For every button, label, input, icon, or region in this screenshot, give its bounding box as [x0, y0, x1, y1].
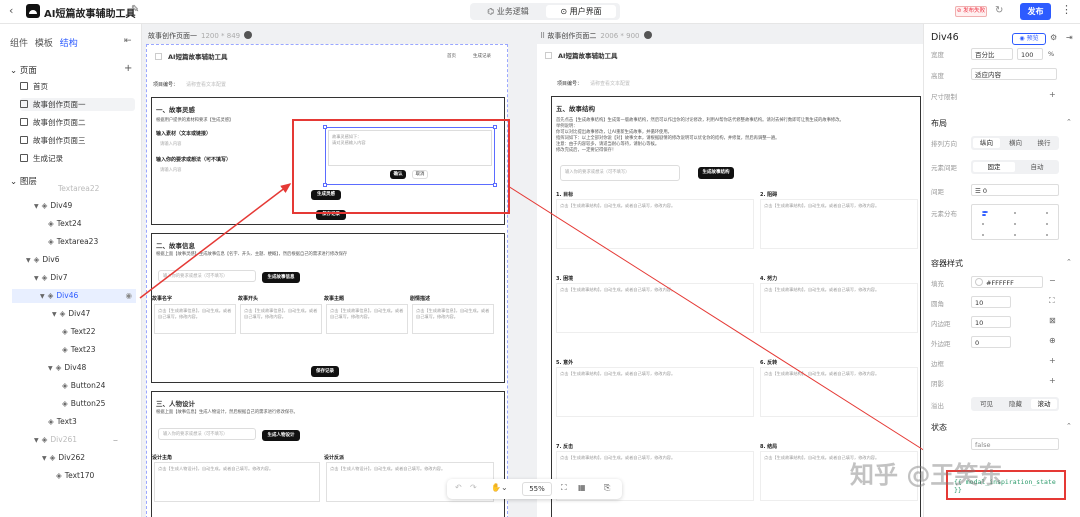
width-unit-select[interactable]: 百分比	[971, 48, 1013, 60]
settings-icon[interactable]: ⚙	[1050, 33, 1057, 42]
margin-label: 外边距	[931, 340, 951, 348]
width-label: 宽度	[931, 51, 944, 59]
chevron-up-icon[interactable]: ⌃	[1066, 258, 1072, 266]
preview-button[interactable]: ◉ 预览	[1012, 33, 1046, 45]
add-border-icon[interactable]: +	[1049, 356, 1056, 365]
width-value-input[interactable]: 100	[1017, 48, 1043, 60]
fill-input[interactable]: #FFFFFF	[971, 276, 1043, 288]
state-value[interactable]: false	[971, 438, 1059, 450]
height-select[interactable]: 适应内容	[971, 68, 1057, 80]
chevron-up-icon[interactable]: ⌃	[1066, 118, 1072, 126]
corner-icon[interactable]: ⛶	[1049, 296, 1055, 306]
arrow-popup-to-state	[507, 185, 956, 471]
layout-section-title: 布局	[931, 119, 947, 128]
width-suffix: %	[1048, 50, 1055, 58]
padding-icon[interactable]: ⊠	[1049, 316, 1056, 325]
add-shadow-icon[interactable]: +	[1049, 376, 1056, 385]
align-grid[interactable]	[971, 204, 1059, 240]
spacing-label: 间距	[931, 188, 944, 196]
direction-wrap[interactable]: 换行	[1031, 138, 1057, 148]
spacing-input[interactable]: ☰ 0	[971, 184, 1059, 196]
arrow-layer-to-popup	[139, 183, 292, 299]
state-section-title: 状态	[931, 423, 947, 432]
border-label: 边框	[931, 360, 944, 368]
overflow-hidden[interactable]: 隐藏	[1002, 399, 1029, 409]
add-size-limit-icon[interactable]: +	[1049, 90, 1056, 99]
annotation-arrows	[139, 183, 956, 471]
overflow-label: 溢出	[931, 402, 944, 410]
direction-segment: 纵向 横向 换行	[971, 136, 1059, 150]
gap-label: 元素间距	[931, 164, 957, 172]
container-style-title: 容器样式	[931, 259, 963, 268]
size-limit-label: 尺寸限制	[931, 93, 957, 101]
align-label: 元素分布	[931, 210, 957, 218]
selected-element-title: Div46	[931, 32, 959, 43]
overflow-segment: 可见 隐藏 滚动	[971, 397, 1059, 411]
direction-vertical[interactable]: 纵向	[973, 138, 1000, 148]
radius-label: 圆角	[931, 300, 944, 308]
gap-auto[interactable]: 自动	[1017, 162, 1057, 172]
chevron-up-icon[interactable]: ⌃	[1066, 422, 1072, 430]
watermark: 知乎 @王笑东	[850, 461, 1003, 489]
fill-value: #FFFFFF	[986, 279, 1014, 287]
fill-label: 填充	[931, 280, 944, 288]
margin-input[interactable]: 0	[971, 336, 1011, 348]
sidebar-toggle-icon[interactable]: ⇥	[1066, 33, 1073, 42]
radius-input[interactable]: 10	[971, 296, 1011, 308]
height-label: 高度	[931, 72, 944, 80]
margin-icon[interactable]: ⊕	[1049, 336, 1056, 345]
direction-horizontal[interactable]: 横向	[1002, 138, 1029, 148]
padding-label: 内边距	[931, 320, 951, 328]
gap-fixed[interactable]: 固定	[973, 162, 1015, 172]
minus-icon[interactable]: −	[1049, 276, 1056, 285]
shadow-label: 阴影	[931, 380, 944, 388]
overflow-visible[interactable]: 可见	[973, 399, 1000, 409]
spacing-icon: ☰	[975, 187, 983, 195]
color-swatch	[975, 278, 983, 286]
direction-label: 排列方向	[931, 140, 957, 148]
properties-panel: Div46 ◉ 预览 ⚙ ⇥ 宽度 百分比 100 % 高度 适应内容 尺寸限制…	[923, 24, 1080, 517]
padding-input[interactable]: 10	[971, 316, 1011, 328]
gap-segment: 固定 自动	[971, 160, 1059, 174]
spacing-value: 0	[982, 187, 988, 195]
overflow-scroll[interactable]: 滚动	[1031, 399, 1057, 409]
